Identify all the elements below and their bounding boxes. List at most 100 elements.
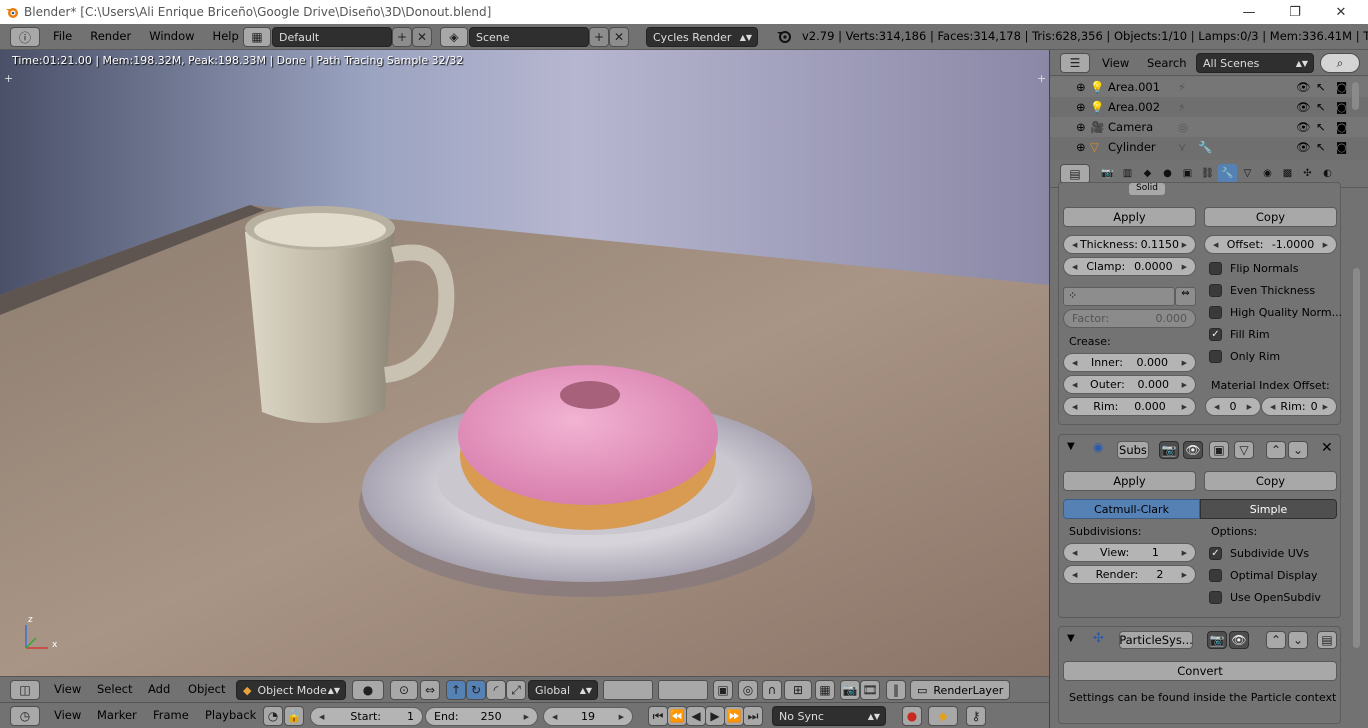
snap-toggle-icon[interactable]: ∩ [762,680,782,700]
scale-manipulator-icon[interactable]: ⤢ [506,680,526,700]
move-up-icon[interactable]: ⌃ [1266,631,1286,649]
factor-field[interactable]: Factor: 0.000 [1063,309,1196,328]
expand-icon[interactable]: ⊕ [1076,140,1090,154]
expand-icon[interactable]: ⊕ [1076,100,1090,114]
layout-browse-icon[interactable]: ▦ [243,27,271,47]
add-scene-icon[interactable]: + [589,27,609,47]
increment-arrow-icon[interactable]: ▶ [1182,241,1187,249]
subsurf-name-field[interactable]: Subs [1117,441,1149,459]
move-down-icon[interactable]: ⌄ [1288,631,1308,649]
auto-keyframe-record-icon[interactable]: ● [902,706,922,726]
outliner-search-menu[interactable]: Search [1147,56,1187,70]
particles-tab-icon[interactable]: ✣ [1298,164,1317,183]
close-window-button[interactable]: ✕ [1318,0,1364,24]
increment-arrow-icon[interactable]: ▶ [1182,403,1187,411]
render-levels-field[interactable]: ◀ Render: 2 ▶ [1063,565,1196,584]
increment-arrow-icon[interactable]: ▶ [524,713,529,721]
decrement-arrow-icon[interactable]: ◀ [1072,549,1077,557]
scene-selector[interactable]: Scene [469,27,589,47]
timeline-playback-menu[interactable]: Playback [205,708,256,722]
render-animation-icon[interactable]: 🎞 [860,680,880,700]
current-frame-field[interactable]: ◀ 19 ▶ [543,707,633,726]
physics-tab-icon[interactable]: ◐ [1318,164,1337,183]
jump-keyframe-back-icon[interactable]: ⏪ [667,706,687,726]
decrement-arrow-icon[interactable]: ◀ [319,713,324,721]
expand-icon[interactable]: ⊕ [1076,80,1090,94]
move-up-icon[interactable]: ⌃ [1266,441,1286,459]
outliner-item-name[interactable]: Camera [1108,120,1178,134]
render-camera-icon[interactable]: ◙ [1336,120,1347,134]
decrement-arrow-icon[interactable]: ◀ [1270,403,1275,411]
visibility-eye-icon[interactable]: 👁 [1296,120,1311,134]
subsurf-editmode-icon[interactable]: ▣ [1209,441,1229,459]
outliner-row-camera[interactable]: ⊕ 🎥 Camera ◎ 👁 ↖ ◙ [1050,117,1368,137]
layer-lock-icon[interactable]: ▣ [713,680,733,700]
3d-viewport[interactable]: Time:01:21.00 | Mem:198.32M, Peak:198.33… [0,50,1049,676]
properties-editor-icon[interactable]: ▤ [1060,164,1090,184]
proportional-edit-icon[interactable]: ◎ [738,680,758,700]
decrement-arrow-icon[interactable]: ◀ [552,713,557,721]
decrement-arrow-icon[interactable]: ◀ [1072,359,1077,367]
visibility-eye-icon[interactable]: 👁 [1296,100,1311,114]
world-tab-icon[interactable]: ● [1158,164,1177,183]
subsurf-render-toggle-icon[interactable]: 📷 [1159,441,1179,459]
rotate-manipulator-icon[interactable]: ↻ [466,680,486,700]
outliner-editor-icon[interactable]: ☰ [1060,53,1090,73]
menu-help[interactable]: Help [204,29,248,43]
end-frame-field[interactable]: End: 250 ▶ [425,707,538,726]
particles-render-toggle-icon[interactable]: 📷 [1207,631,1227,649]
subsurf-viewport-toggle-icon[interactable]: 👁 [1183,441,1203,459]
particles-extra-icon[interactable]: ▤ [1317,631,1337,649]
increment-arrow-icon[interactable]: ▶ [1323,241,1328,249]
render-layers-tab-icon[interactable]: ▥ [1118,164,1137,183]
transform-orientation-selector[interactable]: Global ▲▼ [528,680,598,700]
jump-end-icon[interactable]: ⏭ [743,706,763,726]
select-cursor-icon[interactable]: ↖ [1316,100,1326,114]
scene-tab-icon[interactable]: ◆ [1138,164,1157,183]
render-camera-icon[interactable]: ◙ [1336,140,1347,154]
use-opensubdiv-checkbox[interactable]: Use OpenSubdiv [1209,589,1321,605]
particle-system-name-field[interactable]: ParticleSys... [1119,631,1193,649]
3d-view-editor-icon[interactable]: ◫ [10,680,40,700]
high-quality-normals-checkbox[interactable]: High Quality Norm... [1209,304,1342,320]
3d-view-menu[interactable]: View [54,682,81,696]
move-down-icon[interactable]: ⌄ [1288,441,1308,459]
menu-window[interactable]: Window [140,29,203,43]
maximize-button[interactable]: ❐ [1272,0,1318,24]
object-tab-icon[interactable]: ▣ [1178,164,1197,183]
insert-keyframe-icon[interactable]: ⚷ [966,706,986,726]
scene-layers-grid-2[interactable] [658,680,708,700]
simple-toggle[interactable]: Simple [1200,499,1337,519]
increment-arrow-icon[interactable]: ▶ [1182,571,1187,579]
visibility-eye-icon[interactable]: 👁 [1296,140,1311,154]
timeline-marker-menu[interactable]: Marker [97,708,137,722]
modifiers-tab-icon[interactable]: 🔧 [1218,164,1237,183]
layout-selector[interactable]: Default [272,27,392,47]
invert-vertex-group-icon[interactable]: ⇔ [1175,287,1196,306]
increment-arrow-icon[interactable]: ▶ [1182,263,1187,271]
render-still-icon[interactable]: 📷 [840,680,860,700]
sync-mode-selector[interactable]: No Sync ▲▼ [772,706,886,726]
thickness-field[interactable]: ◀ Thickness: 0.1150 ▶ [1063,235,1196,254]
select-cursor-icon[interactable]: ↖ [1316,140,1326,154]
only-rim-checkbox[interactable]: Only Rim [1209,348,1280,364]
outliner-row-area002[interactable]: ⊕ 💡 Area.002 ⚡ 👁 ↖ ◙ [1050,97,1368,117]
material-offset-field[interactable]: ◀ 0 ▶ [1205,397,1261,416]
decrement-arrow-icon[interactable]: ◀ [1214,403,1219,411]
timeline-editor-icon[interactable]: ◷ [10,706,40,726]
clamp-field[interactable]: ◀ Clamp: 0.0000 ▶ [1063,257,1196,276]
outliner-item-name[interactable]: Cylinder [1108,140,1178,154]
start-frame-field[interactable]: ◀ Start: 1 [310,707,423,726]
increment-arrow-icon[interactable]: ▶ [1247,403,1252,411]
solidify-apply-button[interactable]: Apply [1063,207,1196,227]
vertex-group-field[interactable]: ⁘ [1063,287,1175,306]
decrement-arrow-icon[interactable]: ◀ [1213,241,1218,249]
catmull-clark-toggle[interactable]: Catmull-Clark [1063,499,1200,519]
outliner-view-menu[interactable]: View [1102,56,1129,70]
editor-type-info-icon[interactable]: ⓘ [10,27,40,47]
solidify-name-field[interactable]: Solid [1129,183,1165,195]
scene-browse-icon[interactable]: ◈ [440,27,468,47]
render-layer-selector[interactable]: ▭ RenderLayer [910,680,1010,700]
jump-keyframe-forward-icon[interactable]: ⏩ [724,706,744,726]
menu-render[interactable]: Render [81,29,140,43]
